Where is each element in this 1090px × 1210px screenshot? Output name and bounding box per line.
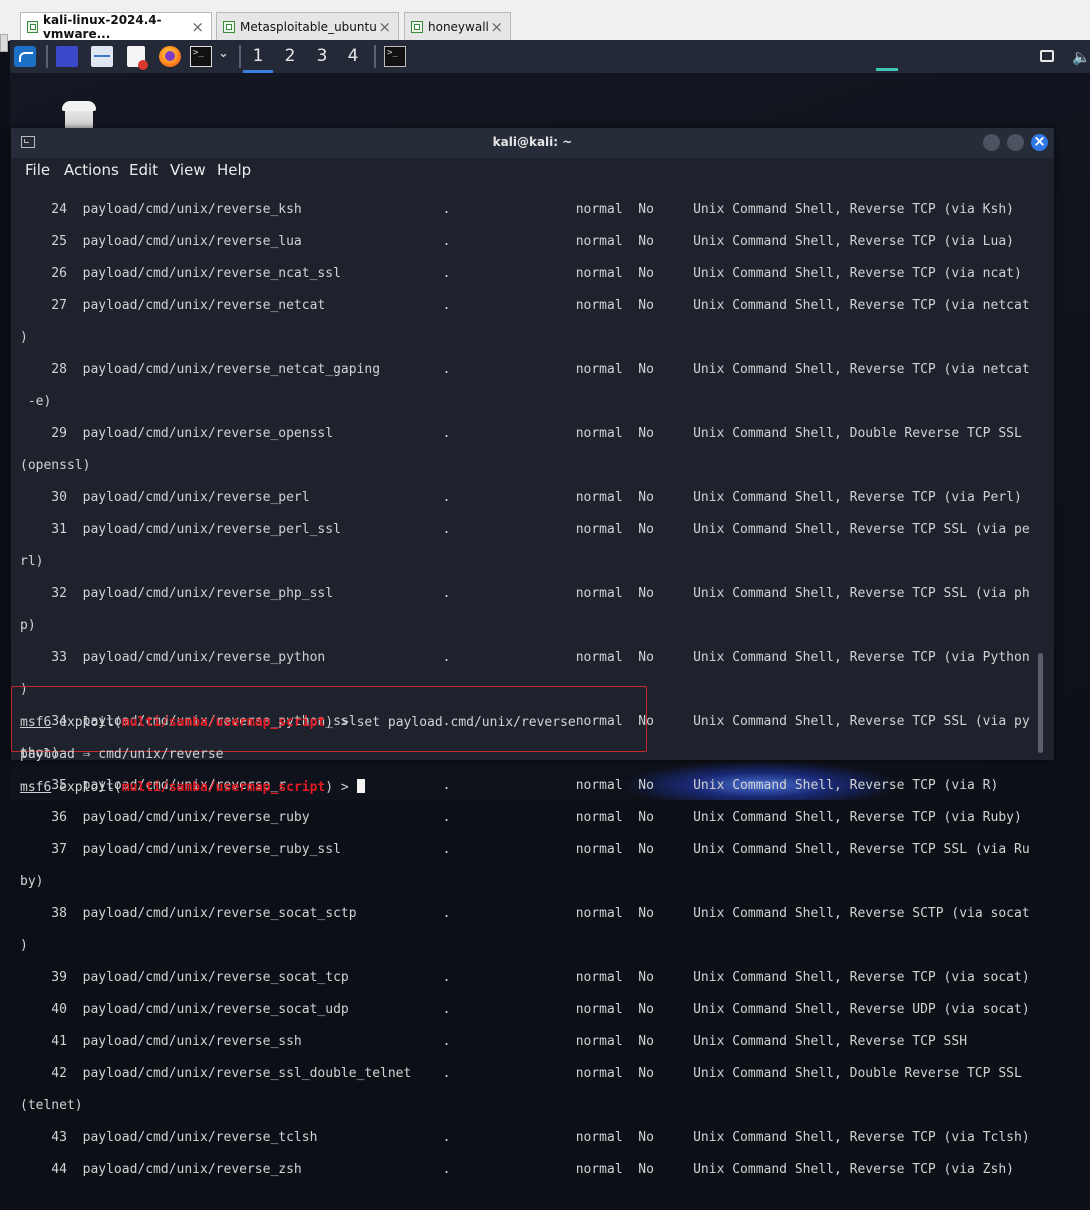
menu-edit[interactable]: Edit [129,161,158,179]
terminal-line: 41 payload/cmd/unix/reverse_ssh . normal… [20,1034,968,1049]
vmware-tab-strip: kali-linux-2024.4-vmware... × Metasploit… [0,0,1090,52]
window-title: kali@kali: ~ [492,135,573,149]
panel-separator [239,45,241,68]
terminal-line: 39 payload/cmd/unix/reverse_socat_tcp . … [20,970,1030,985]
terminal-line: 27 payload/cmd/unix/reverse_netcat . nor… [20,298,1030,313]
active-prompt-line: msf6 exploit(multi/samba/usermap_script)… [20,779,576,796]
taskbar-terminal-icon[interactable] [384,46,406,67]
terminal-icon[interactable] [190,46,212,67]
prompt-exploit-close: ) > [325,780,357,795]
terminal-line: ) [20,330,28,345]
vm-tab-label: kali-linux-2024.4-vmware... [43,12,162,41]
kali-menu-icon[interactable] [14,46,36,67]
terminal-line: 42 payload/cmd/unix/reverse_ssl_double_t… [20,1066,1022,1081]
terminal-line: ) [20,938,28,953]
menu-file[interactable]: File [25,161,50,179]
close-icon[interactable]: × [490,18,503,36]
prompt-exploit-open: exploit( [51,715,122,730]
prompt-exploit-open: exploit( [51,780,122,795]
file-manager-icon[interactable] [91,46,113,67]
vm-tab-label: Metasploitable_ubuntu [240,19,377,34]
command-result: payload ⇒ cmd/unix/reverse [20,747,224,762]
window-titlebar[interactable]: kali@kali: ~ [11,128,1054,158]
close-icon[interactable]: × [191,18,204,36]
vm-tab-metasploitable[interactable]: Metasploitable_ubuntu × [216,12,399,40]
maximize-button[interactable] [1007,134,1024,151]
msf-prompt: msf6 [20,780,52,795]
scrollbar[interactable] [1038,653,1043,753]
close-button[interactable] [1031,132,1048,151]
panel-separator [46,45,48,68]
command-line: msf6 exploit(multi/samba/usermap_script)… [20,715,576,731]
terminal-prompt-area[interactable]: msf6 exploit(multi/samba/usermap_script)… [20,699,576,828]
workspace-icon[interactable] [56,46,78,67]
terminal-window[interactable]: kali@kali: ~ File Actions Edit View Help… [11,128,1054,1177]
terminal-line: 24 payload/cmd/unix/reverse_ksh . normal… [20,202,1014,217]
terminal-line: 32 payload/cmd/unix/reverse_php_ssl . no… [20,586,1030,601]
terminal-line: p) [20,618,36,633]
vm-tab-label: honeywall [428,19,489,34]
terminal-line: 28 payload/cmd/unix/reverse_netcat_gapin… [20,362,1030,377]
terminal-line: (telnet) [20,1098,83,1113]
network-graph [876,68,898,71]
text-editor-icon[interactable] [127,46,148,70]
terminal-line: 40 payload/cmd/unix/reverse_socat_udp . … [20,1002,1030,1017]
command-text: set payload cmd/unix/reverse [356,715,576,730]
kali-top-panel: ⌄ 1 2 3 4 🔈 [10,40,1090,73]
sidebar-toggle[interactable] [0,34,8,52]
terminal-line: (openssl) [20,458,91,473]
workspace-3[interactable]: 3 [307,40,337,73]
module-name: multi/samba/usermap_script [121,715,326,730]
terminal-line: 37 payload/cmd/unix/reverse_ruby_ssl . n… [20,842,1030,857]
menu-view[interactable]: View [170,161,206,179]
workspace-1[interactable]: 1 [243,40,273,73]
terminal-line: 31 payload/cmd/unix/reverse_perl_ssl . n… [20,522,1030,537]
terminal-line: rl) [20,554,44,569]
monitor-icon[interactable] [1040,50,1054,62]
workspace-2[interactable]: 2 [275,40,305,73]
menu-help[interactable]: Help [217,161,251,179]
terminal-line: 30 payload/cmd/unix/reverse_perl . norma… [20,490,1022,505]
menu-bar: File Actions Edit View Help [11,158,1054,184]
close-icon[interactable]: × [378,18,391,36]
panel-separator [374,45,376,68]
module-name: multi/samba/usermap_script [121,780,326,795]
firefox-icon[interactable] [159,46,181,67]
terminal-line: 33 payload/cmd/unix/reverse_python . nor… [20,650,1030,665]
terminal-line: -e) [20,394,52,409]
terminal-line: 26 payload/cmd/unix/reverse_ncat_ssl . n… [20,266,1022,281]
vm-icon [223,20,235,33]
terminal-line: 38 payload/cmd/unix/reverse_socat_sctp .… [20,906,1030,921]
vm-tab-honeywall[interactable]: honeywall × [404,12,511,40]
terminal-line: by) [20,874,44,889]
vm-icon [411,20,423,33]
prompt-exploit-close: ) > [325,715,357,730]
chevron-down-icon[interactable]: ⌄ [218,46,229,61]
terminal-line: 25 payload/cmd/unix/reverse_lua . normal… [20,234,1014,249]
minimize-button[interactable] [983,134,1000,151]
speaker-icon[interactable]: 🔈 [1072,48,1090,66]
terminal-line: 43 payload/cmd/unix/reverse_tclsh . norm… [20,1130,1030,1145]
workspace-4[interactable]: 4 [338,40,368,73]
text-cursor[interactable] [356,779,365,793]
terminal-line: 44 payload/cmd/unix/reverse_zsh . normal… [20,1162,1014,1177]
terminal-line: 29 payload/cmd/unix/reverse_openssl . no… [20,426,1022,441]
vm-tab-kali[interactable]: kali-linux-2024.4-vmware... × [20,12,212,41]
vm-icon [27,20,39,33]
msf-prompt: msf6 [20,715,52,730]
menu-actions[interactable]: Actions [64,161,119,179]
